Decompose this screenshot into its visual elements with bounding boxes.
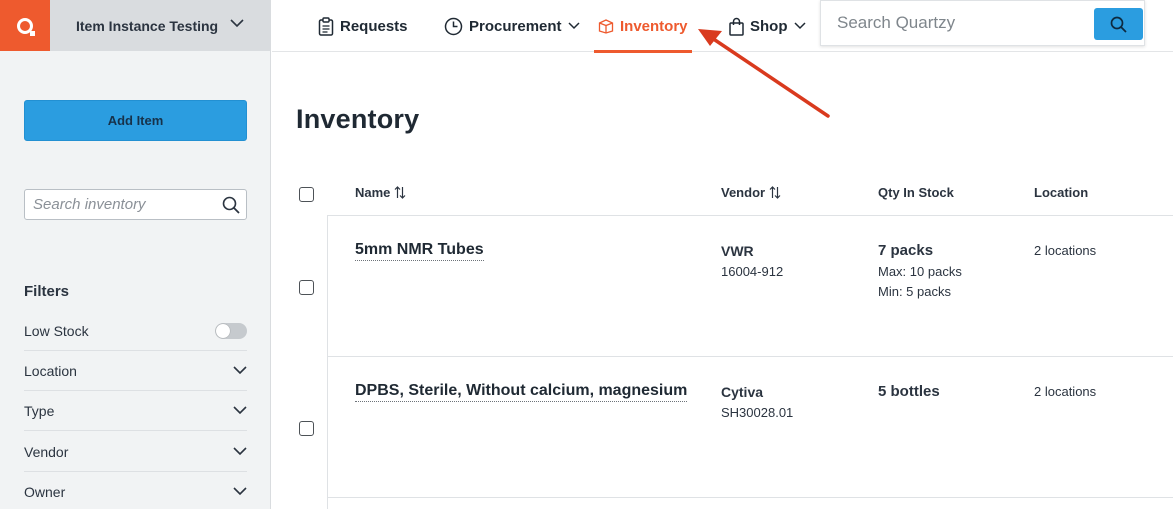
item-name-link[interactable]: DPBS, Sterile, Without calcium, magnesiu… <box>355 382 688 402</box>
nav-label: Requests <box>340 17 408 35</box>
chevron-down-icon <box>233 406 247 415</box>
global-search <box>820 0 1145 46</box>
column-header-qty: Qty In Stock <box>878 185 954 200</box>
column-header-location: Location <box>1034 185 1088 200</box>
filters-heading: Filters <box>24 283 70 300</box>
chevron-down-icon <box>233 487 247 496</box>
logo-icon <box>17 17 35 36</box>
filter-label: Vendor <box>24 443 69 460</box>
inventory-search-input[interactable] <box>25 190 215 219</box>
sidebar: Item Instance Testing Add Item Filters L… <box>0 0 271 509</box>
shopping-bag-icon <box>729 17 744 36</box>
nav-label: Procurement <box>469 17 562 35</box>
filter-vendor[interactable]: Vendor <box>24 432 247 472</box>
vendor-name: VWR <box>721 243 754 259</box>
sort-icon <box>394 186 406 199</box>
chevron-down-icon <box>233 447 247 456</box>
nav-label: Shop <box>750 17 788 35</box>
filter-label: Owner <box>24 484 66 500</box>
filter-label: Location <box>24 362 77 379</box>
nav-requests[interactable]: Requests <box>318 0 408 52</box>
row-checkbox[interactable] <box>299 421 314 436</box>
workspace-switcher[interactable]: Item Instance Testing <box>50 0 271 51</box>
row-divider <box>327 356 1173 357</box>
item-name-link[interactable]: 5mm NMR Tubes <box>355 241 484 261</box>
qty-max: Max: 10 packs <box>878 264 962 279</box>
filter-location[interactable]: Location <box>24 351 247 391</box>
chevron-down-icon <box>233 366 247 375</box>
chevron-down-icon <box>568 22 580 30</box>
nav-procurement[interactable]: Procurement <box>444 0 580 52</box>
location-count[interactable]: 2 locations <box>1034 384 1096 399</box>
column-header-name[interactable]: Name <box>355 185 406 200</box>
filter-label: Type <box>24 402 55 419</box>
row-checkbox[interactable] <box>299 280 314 295</box>
sort-icon <box>769 186 781 199</box>
column-header-vendor[interactable]: Vendor <box>721 185 781 200</box>
column-label: Vendor <box>721 185 766 200</box>
row-divider <box>327 497 1173 498</box>
clipboard-icon <box>318 16 334 36</box>
catalog-number: SH30028.01 <box>721 405 794 420</box>
filter-label: Low Stock <box>24 322 89 339</box>
select-all-checkbox[interactable] <box>299 187 314 202</box>
qty-in-stock: 5 bottles <box>878 383 940 400</box>
low-stock-toggle[interactable] <box>215 323 247 339</box>
vendor-name: Cytiva <box>721 384 764 400</box>
column-label: Name <box>355 185 391 200</box>
add-item-button[interactable]: Add Item <box>24 100 247 141</box>
nav-shop[interactable]: Shop <box>729 0 806 52</box>
search-icon <box>1110 16 1127 33</box>
quartzy-logo[interactable] <box>0 0 50 51</box>
filter-owner[interactable]: Owner <box>24 472 247 509</box>
column-label: Location <box>1034 185 1089 200</box>
qty-in-stock: 7 packs <box>878 242 934 259</box>
search-icon[interactable] <box>222 196 240 214</box>
qty-min: Min: 5 packs <box>878 284 951 299</box>
filter-type[interactable]: Type <box>24 391 247 431</box>
page-title: Inventory <box>296 104 420 134</box>
global-search-input[interactable] <box>822 2 1087 44</box>
filter-low-stock[interactable]: Low Stock <box>24 311 247 351</box>
nav-inventory[interactable]: Inventory <box>598 0 688 52</box>
location-count[interactable]: 2 locations <box>1034 243 1096 258</box>
chevron-down-icon <box>793 22 806 30</box>
global-search-button[interactable] <box>1094 8 1143 40</box>
workspace-name: Item Instance Testing <box>76 17 219 34</box>
box-icon <box>598 19 614 34</box>
nav-label: Inventory <box>620 17 688 35</box>
inventory-search <box>24 189 247 220</box>
chevron-down-icon <box>230 19 244 28</box>
catalog-number: 16004-912 <box>721 264 784 279</box>
clock-icon <box>444 17 463 35</box>
active-tab-indicator <box>594 50 692 53</box>
column-label: Qty In Stock <box>878 185 954 200</box>
